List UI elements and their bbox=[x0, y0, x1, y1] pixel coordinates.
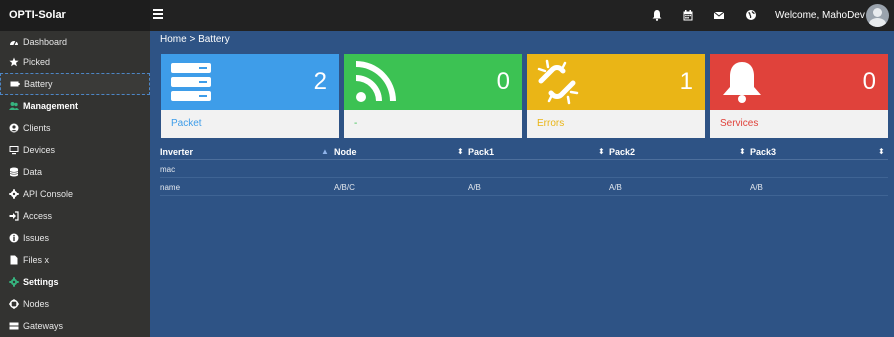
sidebar-item-label: Issues bbox=[23, 233, 50, 243]
sidebar-item-label: Data bbox=[23, 167, 43, 177]
table-cell: A/B bbox=[468, 183, 481, 192]
stat-card-feed[interactable]: 0 - bbox=[344, 54, 522, 138]
sidebar-item-label: Clients bbox=[23, 123, 51, 133]
sidebar-section-label: Settings bbox=[23, 277, 59, 287]
sidebar-section-settings[interactable]: Settings bbox=[0, 271, 150, 293]
battery-icon bbox=[10, 81, 20, 87]
sidebar-item-nodes[interactable]: Nodes bbox=[0, 293, 150, 315]
stat-label: - bbox=[344, 110, 522, 138]
sidebar-item-label: Devices bbox=[23, 145, 56, 155]
sort-asc-icon[interactable]: ▲ bbox=[321, 144, 329, 160]
sort-icon[interactable]: ⬍ bbox=[457, 144, 464, 160]
sidebar-item-clients[interactable]: Clients bbox=[0, 117, 150, 139]
server-icon bbox=[9, 322, 19, 330]
database-icon bbox=[9, 167, 19, 177]
star-icon bbox=[9, 57, 19, 67]
sidebar-item-devices[interactable]: Devices bbox=[0, 139, 150, 161]
sidebar-item-label: Dashboard bbox=[23, 37, 68, 47]
top-navbar: OPTI-Solar Welcome, MahoDev bbox=[0, 0, 894, 31]
table-header: Inverter ▲ Node ⬍ Pack1 ⬍ Pack2 ⬍ Pack3 … bbox=[160, 144, 888, 160]
table-cell: name bbox=[160, 183, 181, 192]
sidebar-item-picked[interactable]: Picked bbox=[0, 51, 150, 73]
table-cell: A/B bbox=[609, 183, 622, 192]
stat-label: Packet bbox=[161, 110, 339, 138]
stat-label: Errors bbox=[527, 110, 705, 138]
sidebar-item-issues[interactable]: Issues bbox=[0, 227, 150, 249]
column-header-pack3[interactable]: Pack3 bbox=[750, 144, 776, 160]
stat-card-header: 2 bbox=[161, 54, 339, 110]
stat-count: 0 bbox=[496, 68, 510, 95]
welcome-text[interactable]: Welcome, MahoDev bbox=[775, 0, 865, 31]
sidebar-item-battery[interactable]: Battery bbox=[0, 73, 150, 95]
main-content: Home > Battery 2 Packet 0 - 1 Errors 0 S… bbox=[150, 31, 894, 337]
sidebar-item-gateways[interactable]: Gateways bbox=[0, 315, 150, 337]
info-icon bbox=[9, 233, 19, 243]
sidebar-item-label: Battery bbox=[24, 79, 53, 89]
stat-count: 0 bbox=[862, 68, 876, 95]
rss-icon bbox=[356, 61, 396, 102]
stat-card-header: 0 bbox=[710, 54, 888, 110]
column-header-inverter[interactable]: Inverter bbox=[160, 144, 193, 160]
sort-icon[interactable]: ⬍ bbox=[878, 144, 885, 160]
cog-icon bbox=[9, 277, 19, 287]
sidebar-item-label: Picked bbox=[23, 57, 51, 67]
sign-in-icon bbox=[9, 211, 19, 221]
sort-icon[interactable]: ⬍ bbox=[598, 144, 605, 160]
stat-count: 1 bbox=[679, 68, 693, 95]
sidebar-item-data[interactable]: Data bbox=[0, 161, 150, 183]
desktop-icon bbox=[9, 146, 19, 155]
sidebar-item-label: Gateways bbox=[23, 321, 64, 331]
table-cell: A/B bbox=[750, 183, 763, 192]
server-stack-icon bbox=[171, 63, 211, 101]
sidebar-item-label: Nodes bbox=[23, 299, 50, 309]
column-header-pack2[interactable]: Pack2 bbox=[609, 144, 635, 160]
nodes-icon bbox=[9, 299, 19, 309]
menu-toggle-icon[interactable] bbox=[153, 9, 163, 20]
sidebar-item-access[interactable]: Access bbox=[0, 205, 150, 227]
stat-card-header: 1 bbox=[527, 54, 705, 110]
file-icon bbox=[10, 255, 18, 265]
globe-icon[interactable] bbox=[745, 9, 757, 21]
broken-link-icon bbox=[537, 59, 579, 105]
column-header-pack1[interactable]: Pack1 bbox=[468, 144, 494, 160]
sidebar-item-label: API Console bbox=[23, 189, 74, 199]
table-cell: mac bbox=[160, 165, 176, 174]
sidebar-item-files[interactable]: Files x bbox=[0, 249, 150, 271]
table-row[interactable]: mac bbox=[160, 162, 888, 178]
stat-count: 2 bbox=[313, 68, 327, 95]
user-circle-icon bbox=[9, 123, 19, 133]
sidebar-item-label: Files x bbox=[23, 255, 50, 265]
column-header-node[interactable]: Node bbox=[334, 144, 357, 160]
envelope-icon[interactable] bbox=[713, 9, 725, 21]
app-brand[interactable]: OPTI-Solar bbox=[0, 0, 150, 31]
users-icon bbox=[9, 102, 19, 110]
avatar[interactable] bbox=[866, 4, 889, 27]
bell-icon[interactable] bbox=[651, 9, 663, 21]
calendar-icon[interactable] bbox=[682, 9, 694, 21]
stat-card-services[interactable]: 0 Services bbox=[710, 54, 888, 138]
table-cell: A/B/C bbox=[334, 183, 355, 192]
sort-icon[interactable]: ⬍ bbox=[739, 144, 746, 160]
stat-card-header: 0 bbox=[344, 54, 522, 110]
stat-card-packet[interactable]: 2 Packet bbox=[161, 54, 339, 138]
sidebar: Dashboard Picked Battery Management Clie… bbox=[0, 31, 150, 337]
breadcrumb[interactable]: Home > Battery bbox=[160, 34, 230, 45]
stat-label: Services bbox=[710, 110, 888, 138]
sidebar-section-label: Management bbox=[23, 101, 79, 111]
sidebar-item-dashboard[interactable]: Dashboard bbox=[0, 31, 150, 53]
sidebar-item-label: Access bbox=[23, 211, 53, 221]
dashboard-icon bbox=[10, 40, 18, 46]
stat-card-errors[interactable]: 1 Errors bbox=[527, 54, 705, 138]
table-row[interactable]: name A/B/C A/B A/B A/B bbox=[160, 180, 888, 196]
gear-icon bbox=[9, 189, 19, 199]
sidebar-section-management[interactable]: Management bbox=[0, 95, 150, 117]
bell-icon bbox=[723, 62, 761, 103]
sidebar-item-api-console[interactable]: API Console bbox=[0, 183, 150, 205]
